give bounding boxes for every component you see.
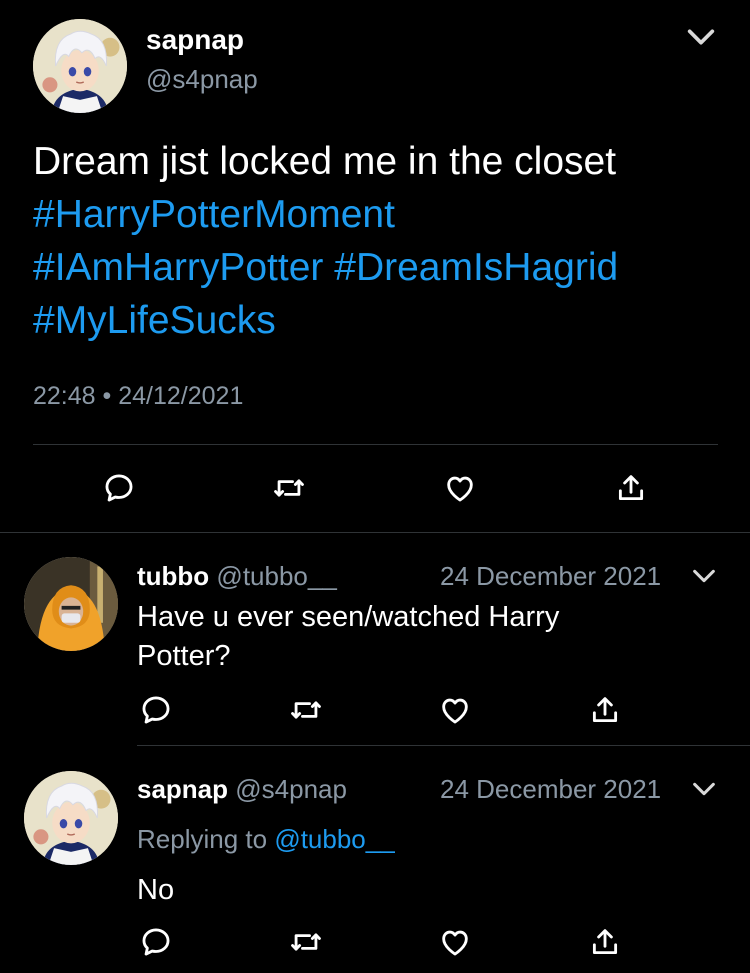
retweet-button[interactable] <box>284 688 328 732</box>
share-icon <box>588 925 622 959</box>
chevron-down-icon[interactable] <box>690 775 718 803</box>
chevron-down-icon[interactable] <box>684 20 718 54</box>
share-button[interactable] <box>609 466 653 510</box>
replying-to-handle[interactable]: @tubbo__ <box>274 824 394 854</box>
timestamp-separator: • <box>102 382 112 410</box>
like-icon <box>438 925 472 959</box>
reply-text: No <box>137 874 175 906</box>
share-icon <box>614 471 648 505</box>
author-name[interactable]: sapnap <box>146 24 244 56</box>
author-handle[interactable]: @s4pnap <box>146 64 258 95</box>
like-button[interactable] <box>433 688 477 732</box>
share-button[interactable] <box>583 688 627 732</box>
reply-date[interactable]: 24 December 2021 <box>440 774 661 805</box>
share-button[interactable] <box>583 920 627 964</box>
retweet-icon <box>272 471 306 505</box>
retweet-button[interactable] <box>267 466 311 510</box>
hashtag[interactable]: #DreamIsHagrid <box>334 246 618 289</box>
reply-text-line: Have u ever seen/watched Harry <box>137 601 560 633</box>
author-name[interactable]: sapnap <box>137 774 228 804</box>
author-handle[interactable]: @s4pnap <box>235 774 347 804</box>
tweet-text: Dream jist locked me in the closet <box>33 140 617 183</box>
share-icon <box>588 693 622 727</box>
divider <box>0 532 750 533</box>
replying-to: Replying to @tubbo__ <box>137 824 395 855</box>
replying-to-label: Replying to <box>137 824 268 854</box>
divider <box>137 745 750 746</box>
reply-button[interactable] <box>134 688 178 732</box>
avatar[interactable] <box>24 771 118 865</box>
hashtag[interactable]: #MyLifeSucks <box>33 299 276 342</box>
retweet-icon <box>289 693 323 727</box>
reply-button[interactable] <box>97 466 141 510</box>
retweet-icon <box>289 925 323 959</box>
reply-header: tubbo @tubbo__ <box>137 561 337 592</box>
reply-date[interactable]: 24 December 2021 <box>440 561 661 592</box>
timestamp[interactable]: 22:48 • 24/12/2021 <box>33 382 243 411</box>
reply-icon <box>102 471 136 505</box>
hashtag[interactable]: #IAmHarryPotter <box>33 246 323 289</box>
divider <box>33 444 718 445</box>
like-button[interactable] <box>438 466 482 510</box>
like-icon <box>443 471 477 505</box>
avatar[interactable] <box>24 557 118 651</box>
avatar[interactable] <box>33 19 127 113</box>
chevron-down-icon[interactable] <box>690 562 718 590</box>
author-name[interactable]: tubbo <box>137 561 209 591</box>
reply-header: sapnap @s4pnap <box>137 774 347 805</box>
reply-icon <box>139 693 173 727</box>
reply-text-line: Potter? <box>137 640 231 672</box>
like-icon <box>438 693 472 727</box>
like-button[interactable] <box>433 920 477 964</box>
tweet-time: 22:48 <box>33 382 96 410</box>
tweet-date: 24/12/2021 <box>118 382 244 410</box>
reply-text: Have u ever seen/watched Harry Potter? <box>137 598 559 676</box>
tweet-body: Dream jist locked me in the closet #Harr… <box>33 135 723 347</box>
author-handle[interactable]: @tubbo__ <box>216 561 336 591</box>
hashtag[interactable]: #HarryPotterMoment <box>33 193 395 236</box>
reply-button[interactable] <box>134 920 178 964</box>
retweet-button[interactable] <box>284 920 328 964</box>
reply-icon <box>139 925 173 959</box>
